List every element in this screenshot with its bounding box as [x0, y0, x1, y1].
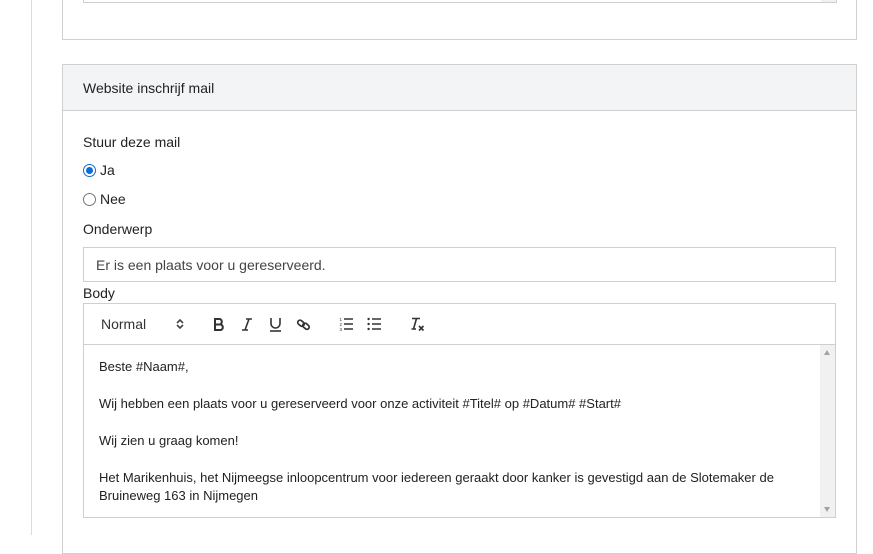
page-left-rule [31, 0, 32, 535]
card-title: Website inschrijf mail [83, 80, 215, 96]
link-icon[interactable] [295, 315, 311, 333]
body-paragraph[interactable]: Het Marikenhuis, het Nijmeegse inloopcen… [99, 469, 805, 505]
svg-text:3: 3 [339, 327, 342, 331]
subject-input[interactable]: Er is een plaats voor u gereserveerd. [83, 247, 836, 282]
body-label: Body [83, 285, 115, 301]
radio-nee-label[interactable]: Nee [100, 191, 126, 207]
format-select[interactable]: Normal [101, 316, 146, 332]
underline-icon[interactable] [268, 315, 282, 333]
previous-editor-scrollbar[interactable] [821, 0, 836, 2]
scroll-down-arrow-icon[interactable] [824, 507, 830, 512]
previous-editor-field[interactable] [83, 0, 837, 3]
body-paragraph[interactable]: Beste #Naam#, [99, 358, 805, 376]
editor-content[interactable]: Beste #Naam#, Wij hebben een plaats voor… [84, 345, 820, 517]
scroll-up-arrow-icon[interactable] [824, 350, 830, 355]
chevron-updown-icon[interactable] [175, 315, 185, 333]
radio-option-ja[interactable]: Ja [83, 162, 115, 178]
website-signup-mail-card: Website inschrijf mail Stuur deze mail J… [62, 64, 857, 554]
italic-icon[interactable] [240, 315, 254, 333]
bold-icon[interactable] [212, 315, 226, 333]
card-header: Website inschrijf mail [63, 65, 856, 111]
body-paragraph[interactable]: Wij zien u graag komen! [99, 432, 805, 450]
radio-ja-button[interactable] [83, 163, 96, 177]
radio-ja-label[interactable]: Ja [100, 162, 115, 178]
subject-label: Onderwerp [83, 221, 153, 237]
radio-option-nee[interactable]: Nee [83, 191, 126, 207]
send-mail-label: Stuur deze mail [83, 134, 181, 150]
editor-toolbar: Normal 123 [84, 304, 835, 345]
body-editor[interactable]: Normal 123 Beste #Naam#, Wij hebben een … [83, 303, 836, 518]
body-paragraph[interactable]: Wij hebben een plaats voor u gereserveer… [99, 395, 805, 413]
clear-format-icon[interactable] [409, 315, 425, 333]
bullet-list-icon[interactable] [366, 315, 382, 333]
ordered-list-icon[interactable]: 123 [338, 315, 354, 333]
editor-scrollbar[interactable] [820, 345, 835, 517]
previous-section-card [62, 0, 857, 40]
radio-nee-button[interactable] [83, 192, 96, 206]
